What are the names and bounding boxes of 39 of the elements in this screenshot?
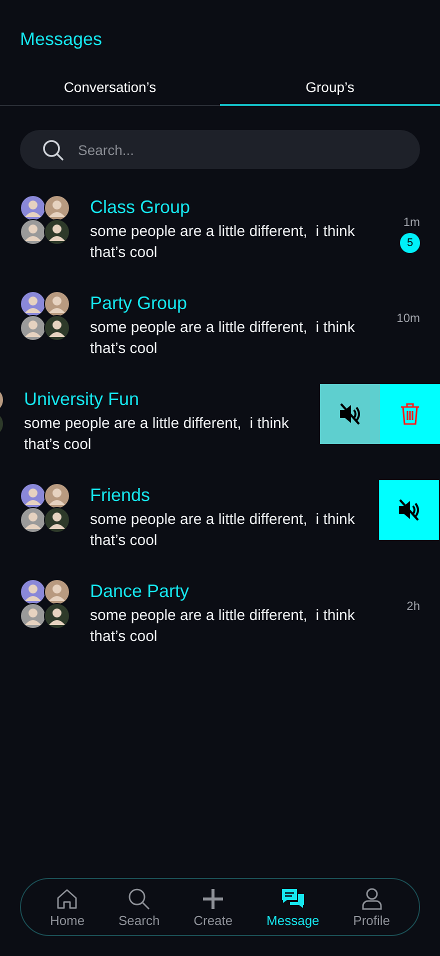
chat-message: some people are a little different, i think that’s cool — [24, 414, 290, 455]
mute-button[interactable] — [379, 480, 439, 540]
tab[interactable]: Group’s — [220, 70, 440, 106]
chat-name[interactable]: Party Group — [90, 291, 376, 315]
plus-icon — [201, 886, 226, 910]
search-icon — [42, 138, 64, 160]
unread-count: 5 — [400, 233, 420, 253]
chat-name[interactable]: Dance Party — [90, 579, 376, 603]
tab[interactable]: Conversation’s — [0, 70, 220, 106]
chat-time: 1m — [403, 215, 420, 229]
chat-name[interactable]: Friends — [90, 483, 376, 507]
chat-name[interactable]: University Fun — [24, 387, 310, 411]
chat-message: some people are a little different, i think that’s cool — [90, 510, 356, 551]
group-avatar-icon — [20, 291, 70, 341]
person-icon — [360, 886, 384, 910]
search-field[interactable]: Search... — [20, 130, 420, 169]
speaker-muted-icon — [396, 497, 422, 523]
home-icon — [55, 886, 80, 910]
group-avatar-icon — [20, 483, 70, 533]
nav-item[interactable]: Message — [262, 886, 324, 928]
chat-bubbles-icon — [280, 886, 305, 910]
chat-name[interactable]: Class Group — [90, 195, 376, 219]
chat-time: 10m — [396, 311, 420, 325]
group-avatar-icon — [20, 579, 70, 629]
nav-item[interactable]: Search — [114, 886, 164, 928]
search-icon — [127, 886, 152, 910]
group-avatar-icon — [20, 195, 70, 245]
chat-message: some people are a little different, i think that’s cool — [90, 318, 356, 359]
nav-item[interactable]: Create — [190, 886, 237, 928]
nav-item[interactable]: Profile — [349, 886, 394, 928]
nav-item[interactable]: Home — [46, 886, 89, 928]
chat-time: 2h — [406, 599, 420, 613]
trash-icon — [399, 402, 421, 426]
search-input[interactable]: Search... — [76, 140, 398, 158]
page-title: Messages — [20, 29, 102, 50]
mute-button[interactable] — [320, 384, 380, 444]
chat-message: some people are a little different, i think that’s cool — [90, 222, 356, 263]
chat-message: some people are a little different, i think that’s cool — [90, 606, 356, 647]
speaker-muted-icon — [337, 401, 363, 427]
